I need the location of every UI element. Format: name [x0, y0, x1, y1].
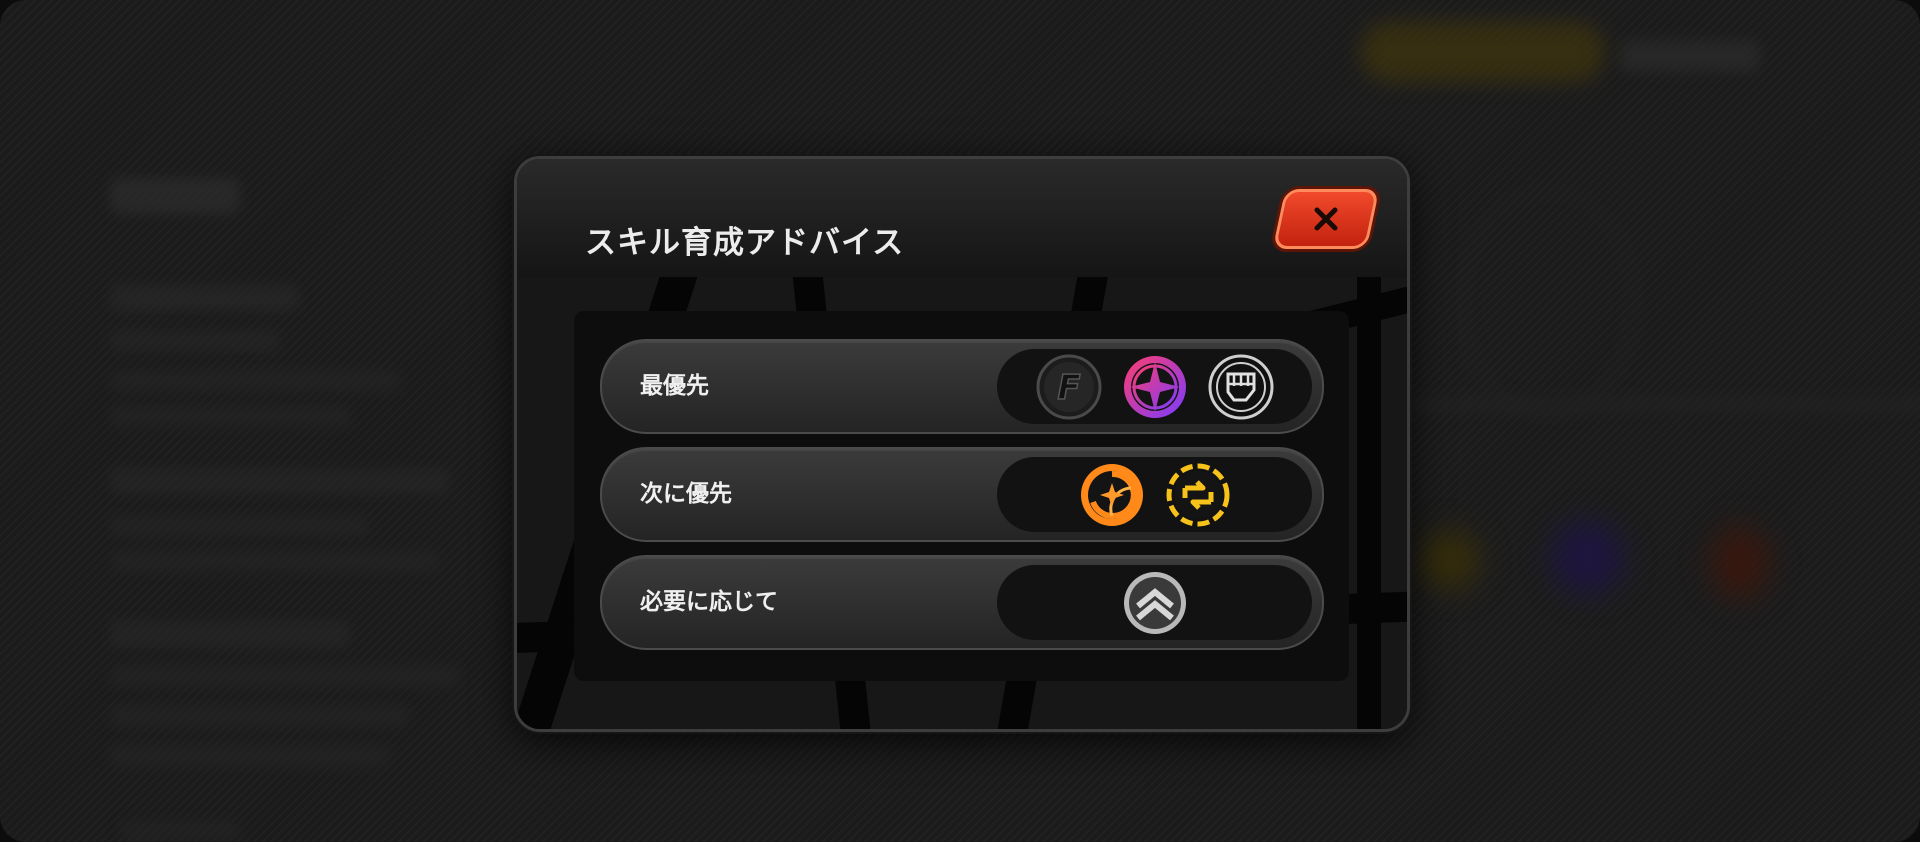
- close-icon: [1314, 207, 1338, 231]
- core-skill-icon[interactable]: [1208, 354, 1274, 420]
- dialog-body: 最優先 F 次に優先 必要に応じて: [517, 277, 1407, 729]
- special-attack-icon[interactable]: [1122, 354, 1188, 420]
- advice-panel: 最優先 F 次に優先 必要に応じて: [574, 311, 1349, 681]
- priority-label: 必要に応じて: [640, 589, 778, 615]
- assist-icon[interactable]: [1165, 462, 1231, 528]
- skill-icon-slot: [997, 457, 1312, 532]
- skill-advice-dialog: スキル育成アドバイス 最優先 F 次に優先 必要に応じて: [514, 156, 1410, 732]
- basic-attack-icon[interactable]: F: [1036, 354, 1102, 420]
- priority-label: 最優先: [640, 373, 709, 399]
- skill-icon-slot: [997, 565, 1312, 640]
- ultimate-icon[interactable]: [1079, 462, 1145, 528]
- priority-row-optional: 必要に応じて: [600, 555, 1324, 650]
- priority-label: 次に優先: [640, 481, 732, 507]
- dodge-icon[interactable]: [1122, 570, 1188, 636]
- close-button[interactable]: [1272, 189, 1380, 249]
- dialog-header: スキル育成アドバイス: [517, 159, 1407, 277]
- skill-icon-slot: F: [997, 349, 1312, 424]
- svg-text:F: F: [1057, 368, 1080, 408]
- dialog-title: スキル育成アドバイス: [585, 225, 905, 261]
- priority-row-top: 最優先 F: [600, 339, 1324, 434]
- priority-row-second: 次に優先: [600, 447, 1324, 542]
- decor-stripe: [1357, 277, 1381, 729]
